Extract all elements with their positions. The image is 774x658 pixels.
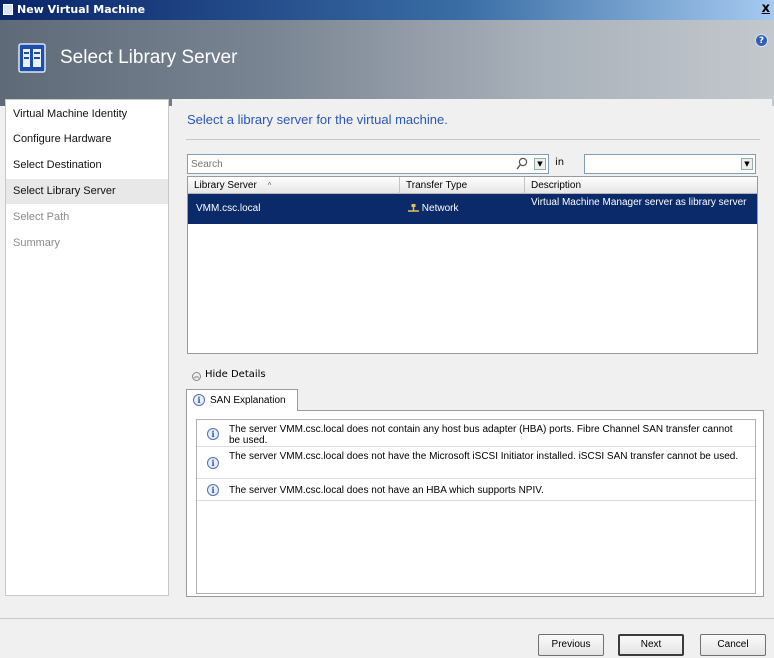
search-box: ▼ [187, 154, 549, 174]
library-server-grid: Library Server ^ Transfer Type Descripti… [187, 176, 758, 354]
hide-details-toggle[interactable]: ︽ Hide Details [192, 369, 266, 381]
search-scope-select[interactable]: ▼ [584, 154, 756, 174]
sort-ascending-icon: ^ [267, 181, 272, 190]
nav-item-configure-hardware[interactable]: Configure Hardware [6, 127, 168, 152]
footer-divider [0, 618, 774, 619]
nav-item-select-path: Select Path [13, 211, 70, 223]
nav-item-select-destination[interactable]: Select Destination [6, 153, 168, 178]
wizard-steps-nav: Virtual Machine Identity Configure Hardw… [5, 99, 169, 596]
collapse-icon: ︽ [192, 372, 201, 381]
search-options-dropdown-icon[interactable]: ▼ [534, 158, 546, 170]
column-description[interactable]: Description [525, 177, 757, 194]
close-button[interactable]: x [762, 1, 770, 16]
list-item: i The server VMM.csc.local does not cont… [197, 420, 755, 447]
list-item: i The server VMM.csc.local does not have… [197, 479, 755, 501]
search-scope-label: in [555, 157, 565, 168]
nav-item-virtual-machine-identity[interactable]: Virtual Machine Identity [6, 102, 168, 127]
search-input[interactable] [188, 155, 518, 173]
instruction-text: Select a library server for the virtual … [187, 112, 448, 127]
help-icon[interactable]: ? [755, 34, 768, 47]
window-title: New Virtual Machine [17, 3, 146, 16]
main-panel: Select a library server for the virtual … [172, 99, 772, 597]
tab-san-explanation[interactable]: i SAN Explanation [186, 389, 298, 411]
previous-button[interactable]: Previous [538, 634, 604, 656]
table-row[interactable]: VMM.csc.local Network Virtual Machine Ma… [188, 194, 757, 224]
cell-transfer-type: Network [408, 203, 458, 233]
info-icon: i [207, 457, 219, 469]
chevron-down-icon[interactable]: ▼ [741, 158, 753, 170]
info-icon: i [207, 428, 219, 440]
column-library-server[interactable]: Library Server ^ [188, 177, 400, 194]
page-title: Select Library Server [60, 47, 238, 68]
info-icon: i [207, 484, 219, 496]
message-list: i The server VMM.csc.local does not cont… [196, 419, 756, 594]
san-explanation-panel: i The server VMM.csc.local does not cont… [186, 410, 764, 597]
grid-header: Library Server ^ Transfer Type Descripti… [188, 177, 757, 194]
nav-item-select-library-server[interactable]: Select Library Server [6, 179, 168, 204]
app-icon [3, 4, 13, 15]
column-transfer-type[interactable]: Transfer Type [400, 177, 525, 194]
divider [186, 139, 760, 140]
info-icon: i [193, 394, 205, 406]
list-item: i The server VMM.csc.local does not have… [197, 447, 755, 479]
cell-description: Virtual Machine Manager server as librar… [531, 197, 747, 208]
window-title-bar: New Virtual Machine x [0, 0, 774, 20]
nav-item-summary: Summary [13, 237, 61, 249]
wizard-header: Select Library Server ? [0, 20, 774, 106]
library-server-icon [18, 43, 46, 73]
next-button[interactable]: Next [618, 634, 684, 656]
cell-library-server: VMM.csc.local [196, 203, 261, 214]
search-icon[interactable] [516, 157, 528, 171]
cancel-button[interactable]: Cancel [700, 634, 766, 656]
network-icon [408, 204, 419, 212]
